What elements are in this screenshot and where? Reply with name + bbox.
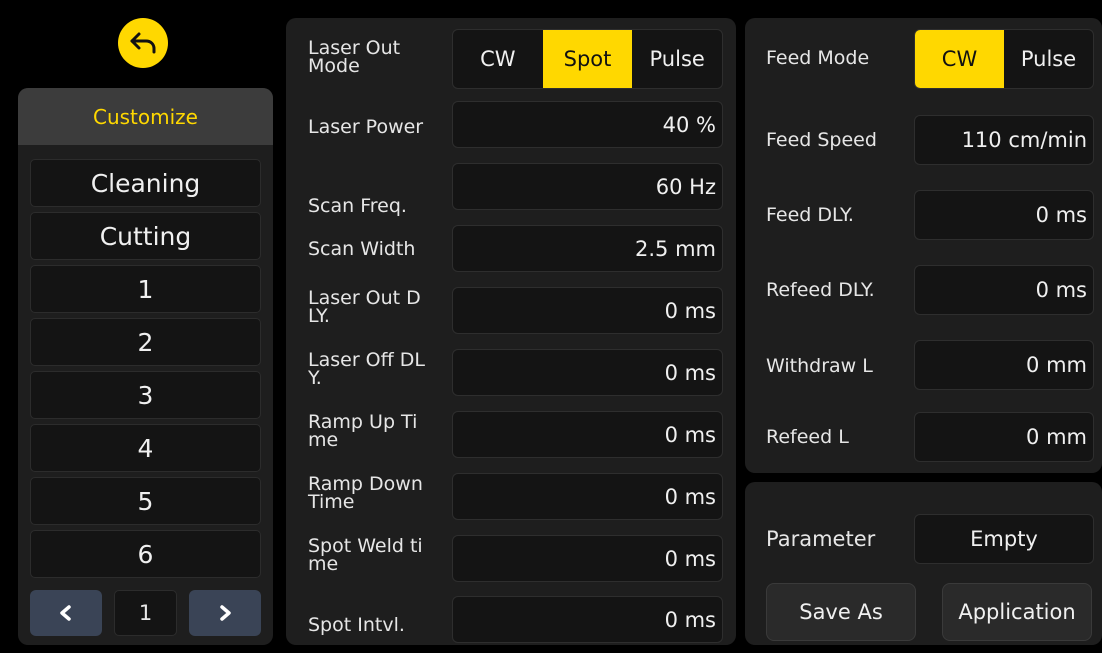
- feed-mode-label: Feed Mode: [766, 47, 870, 69]
- feed-mode-selector: CW Pulse: [914, 29, 1094, 89]
- laser-mode-spot-button[interactable]: Spot: [542, 30, 633, 88]
- laser-mode-pulse-button[interactable]: Pulse: [632, 30, 722, 88]
- undo-arrow-icon: [130, 32, 156, 54]
- preset-label: Cleaning: [90, 168, 201, 198]
- page-indicator: 1: [114, 590, 177, 636]
- option-label: Spot: [563, 47, 612, 71]
- spot-weld-time-field[interactable]: 0 ms: [452, 535, 723, 582]
- scan-width-field[interactable]: 2.5 mm: [452, 225, 723, 272]
- laser-power-field[interactable]: 40 %: [452, 101, 723, 148]
- laser-out-delay-field[interactable]: 0 ms: [452, 287, 723, 334]
- preset-item-6[interactable]: 6: [30, 530, 261, 578]
- save-as-button[interactable]: Save As: [766, 583, 916, 641]
- scan-freq-label: Scan Freq.: [308, 195, 407, 217]
- parameter-field[interactable]: Empty: [914, 514, 1094, 564]
- option-label: Pulse: [1020, 47, 1077, 71]
- refeed-delay-label: Refeed DLY.: [766, 279, 875, 301]
- spot-interval-label: Spot Intvl.: [308, 614, 405, 636]
- preset-item-4[interactable]: 4: [30, 424, 261, 472]
- preset-label: Cutting: [99, 221, 192, 251]
- refeed-length-field[interactable]: 0 mm: [914, 412, 1094, 462]
- preset-item-5[interactable]: 5: [30, 477, 261, 525]
- spot-weld-time-label: Spot Weld ti me: [308, 535, 423, 575]
- laser-off-delay-field[interactable]: 0 ms: [452, 349, 723, 396]
- feed-delay-field[interactable]: 0 ms: [914, 190, 1094, 240]
- ramp-down-time-field[interactable]: 0 ms: [452, 473, 723, 520]
- next-page-button[interactable]: [189, 590, 261, 636]
- option-label: CW: [941, 47, 978, 71]
- preset-item-cleaning[interactable]: Cleaning: [30, 159, 261, 207]
- preset-label: 2: [137, 327, 154, 357]
- refeed-length-label: Refeed L: [766, 426, 849, 448]
- preset-label: 4: [137, 433, 154, 463]
- ramp-up-time-label: Ramp Up Ti me: [308, 411, 418, 451]
- laser-off-delay-label: Laser Off DL Y.: [308, 349, 425, 389]
- feed-mode-cw-button[interactable]: CW: [915, 30, 1004, 88]
- laser-out-mode-selector: CW Spot Pulse: [452, 29, 723, 89]
- preset-label: 1: [137, 274, 154, 304]
- chevron-right-icon: [220, 605, 231, 621]
- page-number: 1: [138, 601, 153, 625]
- feed-speed-field[interactable]: 110 cm/min: [914, 115, 1094, 165]
- chevron-left-icon: [60, 605, 71, 621]
- save-as-label: Save As: [799, 600, 883, 624]
- ramp-up-time-field[interactable]: 0 ms: [452, 411, 723, 458]
- preset-item-cutting[interactable]: Cutting: [30, 212, 261, 260]
- preset-label: 3: [137, 380, 154, 410]
- option-label: Pulse: [649, 47, 705, 71]
- withdraw-length-label: Withdraw L: [766, 355, 873, 377]
- sidebar-header: Customize: [18, 88, 273, 145]
- feed-speed-label: Feed Speed: [766, 129, 877, 151]
- preset-label: 5: [137, 486, 154, 516]
- feed-mode-pulse-button[interactable]: Pulse: [1004, 30, 1093, 88]
- spot-interval-field[interactable]: 0 ms: [452, 596, 723, 643]
- scan-width-label: Scan Width: [308, 238, 416, 260]
- preset-item-2[interactable]: 2: [30, 318, 261, 366]
- refeed-delay-field[interactable]: 0 ms: [914, 265, 1094, 315]
- ramp-down-time-label: Ramp Down Time: [308, 473, 423, 513]
- preset-label: 6: [137, 539, 154, 569]
- laser-out-delay-label: Laser Out D LY.: [308, 287, 421, 327]
- laser-power-label: Laser Power: [308, 116, 424, 138]
- preset-item-3[interactable]: 3: [30, 371, 261, 419]
- parameter-label: Parameter: [766, 527, 876, 551]
- back-button[interactable]: [118, 18, 168, 68]
- application-button[interactable]: Application: [942, 583, 1092, 641]
- sidebar-header-label: Customize: [93, 104, 198, 129]
- preset-item-1[interactable]: 1: [30, 265, 261, 313]
- laser-mode-cw-button[interactable]: CW: [453, 30, 543, 88]
- prev-page-button[interactable]: [30, 590, 102, 636]
- option-label: CW: [480, 47, 516, 71]
- feed-delay-label: Feed DLY.: [766, 204, 854, 226]
- scan-freq-field[interactable]: 60 Hz: [452, 163, 723, 210]
- withdraw-length-field[interactable]: 0 mm: [914, 340, 1094, 390]
- application-label: Application: [958, 600, 1076, 624]
- parameter-value: Empty: [970, 527, 1038, 551]
- laser-out-mode-label: Laser Out Mode: [308, 37, 401, 77]
